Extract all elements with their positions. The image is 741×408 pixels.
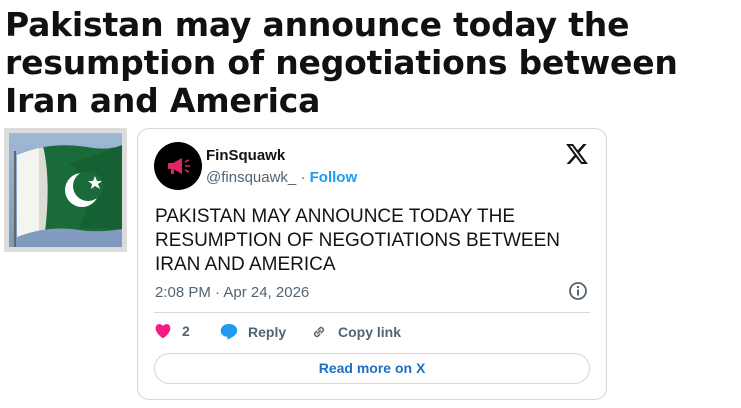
read-more-button[interactable]: Read more on X [154, 353, 590, 384]
x-logo-icon[interactable] [566, 144, 588, 164]
article-headline: Pakistan may announce today the resumpti… [5, 5, 678, 120]
reply-label: Reply [248, 323, 287, 340]
author-handle[interactable]: @finsquawk_ [206, 169, 296, 186]
copy-link-label: Copy link [338, 324, 402, 340]
author-handle-line: @finsquawk_ · Follow [206, 169, 357, 186]
link-icon [313, 326, 325, 338]
handle-separator: · [296, 169, 310, 186]
author-avatar[interactable] [154, 142, 202, 190]
embedded-tweet: FinSquawk @finsquawk_ · Follow PAKISTAN … [137, 128, 607, 400]
heart-icon [155, 324, 171, 339]
like-count: 2 [182, 323, 190, 339]
copy-link-button[interactable]: Copy link [310, 323, 401, 341]
follow-link[interactable]: Follow [310, 169, 358, 186]
info-icon[interactable] [568, 281, 588, 301]
author-name[interactable]: FinSquawk [206, 147, 285, 164]
flag-thumbnail[interactable] [4, 128, 127, 252]
megaphone-icon [168, 158, 190, 174]
reply-button[interactable]: Reply [220, 323, 286, 340]
tweet-timestamp[interactable]: 2:08 PM · Apr 24, 2026 [155, 284, 309, 301]
pakistan-flag-image [9, 133, 122, 247]
speech-bubble-icon [220, 324, 238, 340]
tweet-text: PAKISTAN MAY ANNOUNCE TODAY THE RESUMPTI… [155, 206, 561, 275]
like-button[interactable]: 2 [154, 323, 190, 339]
action-divider [154, 312, 590, 313]
